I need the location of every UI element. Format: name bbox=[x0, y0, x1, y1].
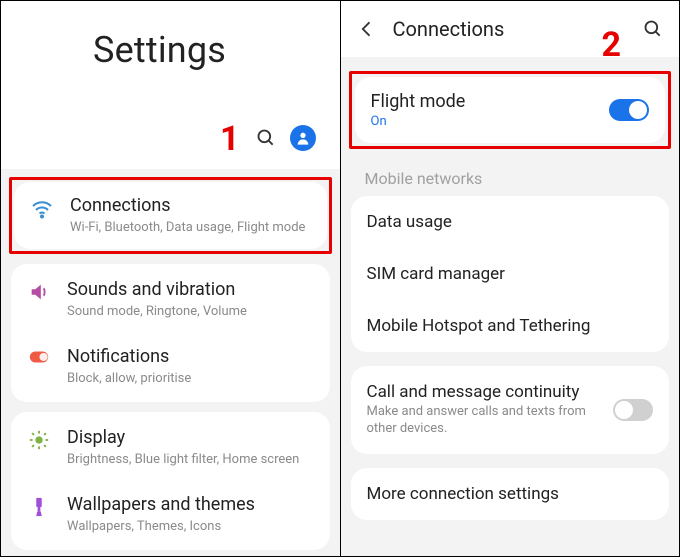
row-title: Connections bbox=[70, 195, 313, 218]
notifications-icon bbox=[25, 346, 53, 366]
flight-mode-status: On bbox=[371, 114, 610, 129]
flight-mode-toggle[interactable] bbox=[609, 99, 649, 121]
row-subtitle: Make and answer calls and texts from oth… bbox=[367, 404, 614, 438]
row-subtitle: Brightness, Blue light filter, Home scre… bbox=[67, 451, 316, 469]
row-title: More connection settings bbox=[367, 484, 654, 504]
row-text: Flight mode On bbox=[371, 91, 610, 129]
connections-highlight: Connections Wi-Fi, Bluetooth, Data usage… bbox=[9, 177, 332, 254]
continuity-card: Call and message continuity Make and ans… bbox=[351, 366, 670, 454]
search-icon[interactable] bbox=[643, 19, 663, 39]
speaker-icon bbox=[25, 279, 53, 303]
settings-card: Sounds and vibration Sound mode, Rington… bbox=[11, 264, 330, 402]
annotation-step-1: 1 bbox=[220, 119, 240, 159]
settings-header: Settings 1 bbox=[1, 1, 340, 169]
settings-row-wallpapers[interactable]: Wallpapers and themes Wallpapers, Themes… bbox=[11, 481, 330, 548]
mobile-networks-label: Mobile networks bbox=[341, 149, 680, 196]
brush-icon bbox=[25, 494, 53, 518]
row-text: Notifications Block, allow, prioritise bbox=[67, 346, 316, 387]
sun-icon bbox=[25, 427, 53, 451]
more-connection-settings-row[interactable]: More connection settings bbox=[351, 468, 670, 520]
annotation-step-2: 2 bbox=[601, 25, 621, 65]
data-usage-row[interactable]: Data usage bbox=[351, 196, 670, 248]
row-title: Wallpapers and themes bbox=[67, 494, 316, 517]
settings-row-connections[interactable]: Connections Wi-Fi, Bluetooth, Data usage… bbox=[14, 182, 327, 249]
toggle-knob bbox=[629, 101, 647, 119]
row-title: SIM card manager bbox=[367, 264, 654, 284]
row-text: Sounds and vibration Sound mode, Rington… bbox=[67, 279, 316, 320]
profile-avatar[interactable] bbox=[290, 125, 316, 151]
row-subtitle: Wallpapers, Themes, Icons bbox=[67, 518, 316, 536]
wifi-icon bbox=[28, 195, 56, 221]
call-message-continuity-row[interactable]: Call and message continuity Make and ans… bbox=[351, 366, 670, 454]
settings-card: Display Brightness, Blue light filter, H… bbox=[11, 412, 330, 550]
connections-body: Flight mode On Mobile networks Data usag… bbox=[341, 57, 680, 520]
header-actions bbox=[256, 125, 316, 151]
settings-row-notifications[interactable]: Notifications Block, allow, prioritise bbox=[11, 333, 330, 400]
sim-card-manager-row[interactable]: SIM card manager bbox=[351, 248, 670, 300]
back-icon[interactable] bbox=[357, 19, 377, 39]
row-title: Notifications bbox=[67, 346, 316, 369]
flight-mode-highlight: Flight mode On bbox=[349, 71, 672, 149]
row-text: Call and message continuity Make and ans… bbox=[367, 382, 614, 438]
connections-screen: Connections 2 Flight mode On bbox=[341, 1, 680, 556]
settings-row-sounds[interactable]: Sounds and vibration Sound mode, Rington… bbox=[11, 266, 330, 333]
connections-header: Connections bbox=[341, 1, 680, 57]
row-subtitle: Block, allow, prioritise bbox=[67, 370, 316, 388]
screenshot-container: Settings 1 bbox=[0, 0, 680, 557]
row-title: Display bbox=[67, 427, 316, 450]
mobile-hotspot-row[interactable]: Mobile Hotspot and Tethering bbox=[351, 300, 670, 352]
flight-mode-row[interactable]: Flight mode On bbox=[355, 77, 666, 143]
row-title: Data usage bbox=[367, 212, 654, 232]
more-settings-card: More connection settings bbox=[351, 468, 670, 520]
search-icon[interactable] bbox=[256, 128, 276, 148]
row-text: Connections Wi-Fi, Bluetooth, Data usage… bbox=[70, 195, 313, 236]
settings-row-display[interactable]: Display Brightness, Blue light filter, H… bbox=[11, 414, 330, 481]
row-title: Flight mode bbox=[371, 91, 610, 112]
row-text: Display Brightness, Blue light filter, H… bbox=[67, 427, 316, 468]
row-title: Sounds and vibration bbox=[67, 279, 316, 302]
row-text: Wallpapers and themes Wallpapers, Themes… bbox=[67, 494, 316, 535]
settings-card: Connections Wi-Fi, Bluetooth, Data usage… bbox=[14, 182, 327, 249]
row-subtitle: Wi-Fi, Bluetooth, Data usage, Flight mod… bbox=[70, 219, 313, 237]
page-title: Connections bbox=[393, 17, 628, 41]
toggle-knob bbox=[615, 401, 633, 419]
continuity-toggle[interactable] bbox=[613, 399, 653, 421]
row-title: Mobile Hotspot and Tethering bbox=[367, 316, 654, 336]
settings-screen: Settings 1 bbox=[1, 1, 341, 556]
row-title: Call and message continuity bbox=[367, 382, 614, 402]
page-title: Settings bbox=[19, 21, 322, 71]
row-subtitle: Sound mode, Ringtone, Volume bbox=[67, 303, 316, 321]
connections-group-card: Data usage SIM card manager Mobile Hotsp… bbox=[351, 196, 670, 352]
